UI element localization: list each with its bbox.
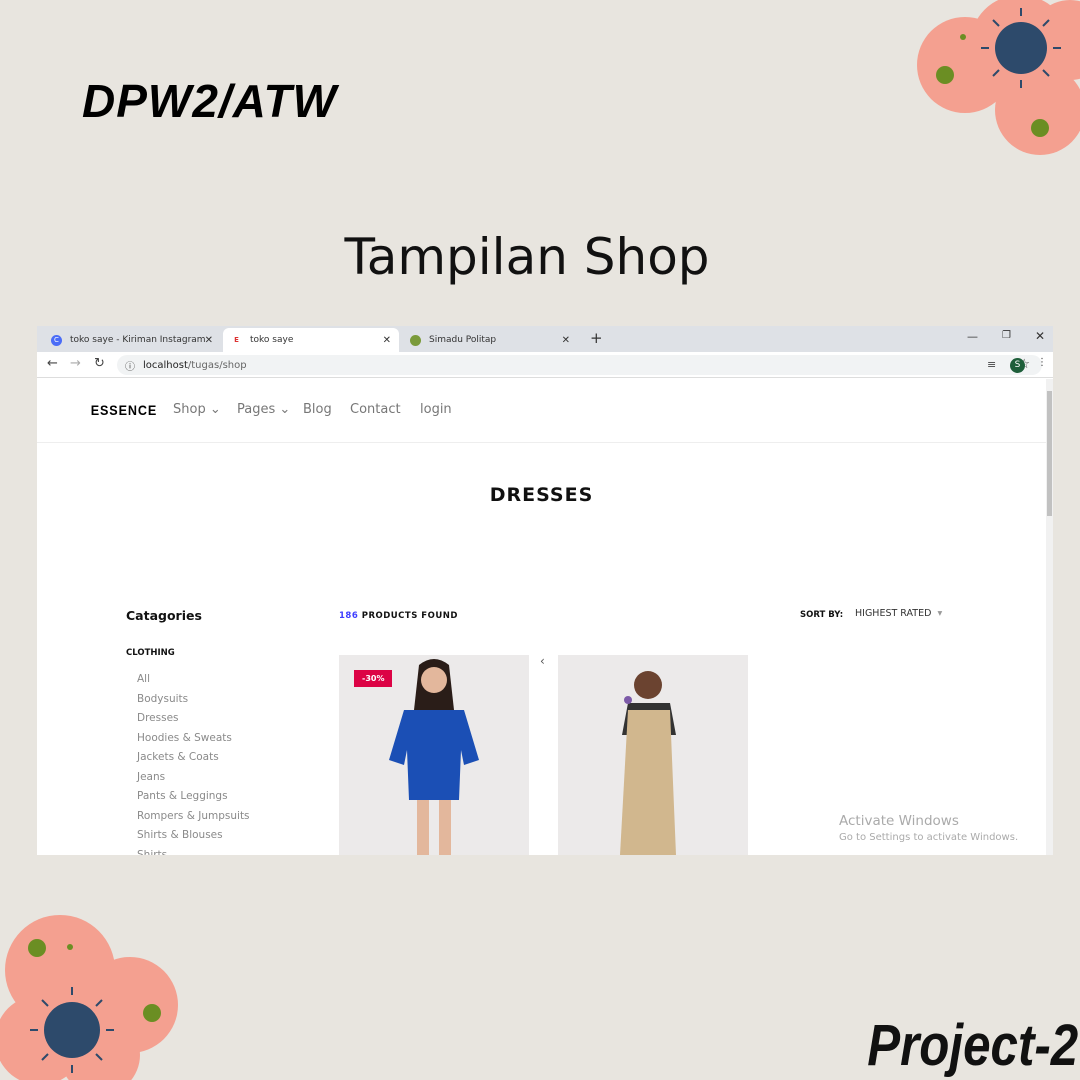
category-item[interactable]: Bodysuits bbox=[137, 693, 188, 705]
info-icon: ⓘ bbox=[125, 361, 135, 373]
slide-footer: Project-2 bbox=[867, 1013, 1078, 1078]
chevron-down-icon: ▾ bbox=[937, 608, 943, 619]
window-close-icon[interactable]: ✕ bbox=[1035, 329, 1045, 343]
site-nav: ESSENCE Shop ⌄ Pages ⌄ Blog Contact logi… bbox=[37, 379, 1046, 443]
activate-windows-title: Activate Windows bbox=[839, 813, 959, 829]
url-host: localhost bbox=[143, 359, 188, 371]
tab-instagram[interactable]: C toko saye - Kiriman Instagram ✕ bbox=[43, 328, 221, 352]
product-image-beige-dress[interactable] bbox=[558, 655, 748, 855]
new-tab-icon[interactable]: + bbox=[590, 329, 603, 347]
nav-shop[interactable]: Shop ⌄ bbox=[173, 402, 221, 417]
minimize-icon[interactable]: — bbox=[967, 330, 978, 343]
count-label: PRODUCTS FOUND bbox=[361, 611, 458, 621]
back-icon[interactable]: ← bbox=[47, 356, 58, 371]
close-icon[interactable]: ✕ bbox=[205, 335, 213, 346]
activate-windows-subtitle: Go to Settings to activate Windows. bbox=[839, 832, 1019, 843]
tab-favicon bbox=[410, 334, 421, 346]
scrollbar[interactable] bbox=[1046, 379, 1053, 855]
category-item[interactable]: Rompers & Jumpsuits bbox=[137, 810, 250, 822]
tab-label: Simadu Politap bbox=[429, 335, 497, 345]
carousel-prev-icon[interactable]: ‹ bbox=[540, 654, 545, 668]
sort-select[interactable]: HIGHEST RATED ▾ bbox=[855, 608, 942, 619]
reload-icon[interactable]: ↻ bbox=[94, 356, 105, 371]
nav-login[interactable]: login bbox=[420, 402, 452, 417]
profile-avatar[interactable]: S bbox=[1010, 358, 1025, 373]
slide-title: Tampilan Shop bbox=[344, 228, 710, 286]
restore-icon[interactable]: ❐ bbox=[1002, 330, 1011, 341]
category-item[interactable]: Shirts bbox=[137, 849, 167, 856]
page-title: DRESSES bbox=[489, 484, 594, 506]
product-image-blue-dress[interactable]: -30% bbox=[339, 655, 529, 855]
count-number: 186 bbox=[339, 611, 359, 621]
slide-header: DPW2/ATW bbox=[82, 75, 338, 127]
nav-blog[interactable]: Blog bbox=[303, 402, 332, 417]
category-item[interactable]: Hoodies & Sweats bbox=[137, 732, 232, 744]
site-logo[interactable]: ESSENCE bbox=[91, 402, 158, 418]
nav-pages[interactable]: Pages ⌄ bbox=[237, 402, 290, 417]
flower-decoration-bottom bbox=[0, 915, 178, 1080]
scrollbar-thumb[interactable] bbox=[1047, 391, 1052, 516]
browser-window: C toko saye - Kiriman Instagram ✕ E toko… bbox=[37, 326, 1053, 855]
tab-bar: C toko saye - Kiriman Instagram ✕ E toko… bbox=[37, 326, 1053, 352]
close-icon[interactable]: ✕ bbox=[383, 335, 391, 346]
flower-decoration-top bbox=[917, 0, 1080, 155]
category-item[interactable]: Jeans bbox=[137, 771, 165, 783]
tab-favicon: C bbox=[51, 334, 62, 346]
forward-icon[interactable]: → bbox=[70, 356, 81, 371]
url-path: /tugas/shop bbox=[187, 359, 247, 371]
sort-value: HIGHEST RATED bbox=[855, 608, 932, 619]
sort-label: SORT BY: bbox=[800, 610, 844, 620]
discount-badge: -30% bbox=[354, 670, 393, 687]
product-count: 186 PRODUCTS FOUND bbox=[339, 611, 458, 621]
playlist-icon[interactable]: ≡ bbox=[987, 358, 996, 371]
nav-contact[interactable]: Contact bbox=[350, 402, 401, 417]
tab-label: toko saye - Kiriman Instagram bbox=[70, 335, 206, 345]
sidebar-title: Catagories bbox=[126, 608, 202, 623]
close-icon[interactable]: ✕ bbox=[562, 335, 570, 346]
tab-label: toko saye bbox=[250, 335, 294, 345]
category-item[interactable]: Pants & Leggings bbox=[137, 790, 228, 802]
category-item[interactable]: Jackets & Coats bbox=[137, 751, 219, 763]
category-item[interactable]: All bbox=[137, 673, 150, 685]
tab-favicon: E bbox=[234, 335, 239, 344]
address-bar: ← → ↻ ⓘ localhost/tugas/shop ☆ ≡ S ⋮ bbox=[37, 352, 1053, 378]
menu-icon[interactable]: ⋮ bbox=[1037, 357, 1047, 368]
category-section-clothing[interactable]: CLOTHING bbox=[126, 648, 175, 658]
category-item[interactable]: Dresses bbox=[137, 712, 179, 724]
tab-toko-saye[interactable]: E toko saye ✕ bbox=[223, 328, 399, 352]
url-input[interactable]: ⓘ localhost/tugas/shop ☆ bbox=[117, 355, 1042, 375]
tab-simadu[interactable]: Simadu Politap ✕ bbox=[402, 328, 578, 352]
category-item[interactable]: Shirts & Blouses bbox=[137, 829, 223, 841]
